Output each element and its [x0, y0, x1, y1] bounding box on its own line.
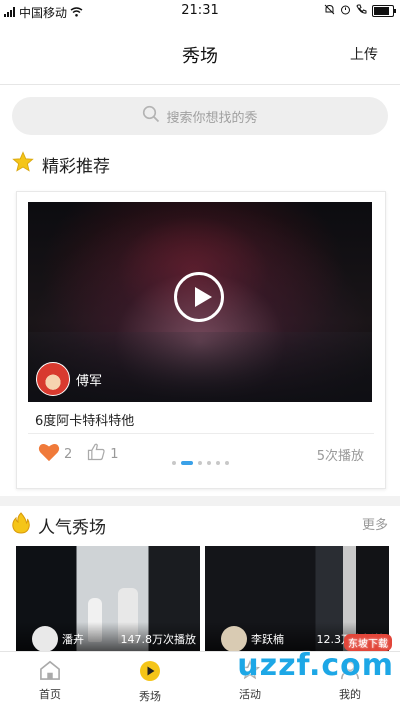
more-link[interactable]: 更多	[362, 514, 388, 533]
upload-button[interactable]: 上传	[350, 44, 378, 64]
watermark-subtext: 东坡下载	[344, 634, 392, 651]
carousel-dot[interactable]	[206, 461, 211, 465]
video-crowd	[28, 332, 372, 402]
performer-name[interactable]: 潘卉	[62, 631, 84, 647]
search-area: 搜索你想找的秀	[0, 85, 400, 141]
thumbs-up-count: 1	[110, 446, 119, 462]
tab-profile-label: 我的	[339, 688, 361, 701]
avatar[interactable]	[32, 626, 58, 652]
tab-activity-label: 活动	[239, 688, 261, 701]
carousel-indicator	[0, 461, 400, 465]
battery-icon	[372, 5, 396, 17]
mute-icon	[324, 4, 335, 18]
tab-home[interactable]: 首页	[0, 652, 100, 712]
call-icon	[356, 4, 367, 18]
carousel-dot[interactable]	[215, 461, 220, 465]
play-icon[interactable]	[174, 272, 224, 322]
star-icon	[12, 151, 34, 178]
video-thumbnail[interactable]: 傅军	[28, 202, 372, 402]
author-name[interactable]: 傅军	[76, 370, 102, 389]
video-title[interactable]: 6度阿卡特科特他	[35, 410, 134, 429]
recommend-heading: 精彩推荐	[12, 151, 110, 178]
flame-icon	[12, 512, 30, 539]
performer-name[interactable]: 李跃楠	[251, 631, 284, 647]
status-bar: 中国移动 21:31	[0, 0, 400, 22]
page-header: 秀场 上传	[0, 22, 400, 85]
play-count: 147.8万次播放	[120, 633, 197, 646]
search-icon	[142, 105, 160, 127]
carousel-dot-active[interactable]	[180, 461, 193, 465]
watermark-logo: uzzf.com 东坡下载	[237, 634, 394, 683]
popular-item[interactable]: 潘卉 147.8万次播放	[16, 546, 200, 656]
popular-heading-label: 人气秀场	[38, 518, 106, 538]
tab-showroom-label: 秀场	[139, 690, 161, 703]
recommend-heading-label: 精彩推荐	[42, 157, 110, 177]
like-count: 2	[64, 446, 73, 462]
search-placeholder: 搜索你想找的秀	[166, 110, 258, 126]
status-right	[324, 4, 396, 18]
divider	[28, 433, 374, 434]
avatar[interactable]	[36, 362, 70, 396]
search-input[interactable]: 搜索你想找的秀	[12, 97, 388, 135]
recommend-section: 精彩推荐 傅军 6度阿卡特科特他 2 1 5次播放	[0, 141, 400, 496]
home-icon	[39, 660, 61, 683]
watermark-text: uzzf.com	[237, 648, 394, 683]
popular-section: 人气秀场 更多 潘卉 147.8万次播放 李跃楠 12.3万次播放	[0, 506, 400, 656]
carousel-dot[interactable]	[197, 461, 202, 465]
tab-home-label: 首页	[39, 688, 61, 701]
showroom-icon	[139, 660, 161, 685]
page-title: 秀场	[182, 46, 218, 67]
carousel-dot[interactable]	[224, 461, 229, 465]
carousel-dot[interactable]	[171, 461, 176, 465]
recommend-card[interactable]: 傅军 6度阿卡特科特他 2 1 5次播放	[16, 191, 386, 489]
tab-showroom[interactable]: 秀场	[100, 652, 200, 712]
popular-heading: 人气秀场	[12, 512, 106, 539]
alarm-icon	[340, 4, 351, 18]
